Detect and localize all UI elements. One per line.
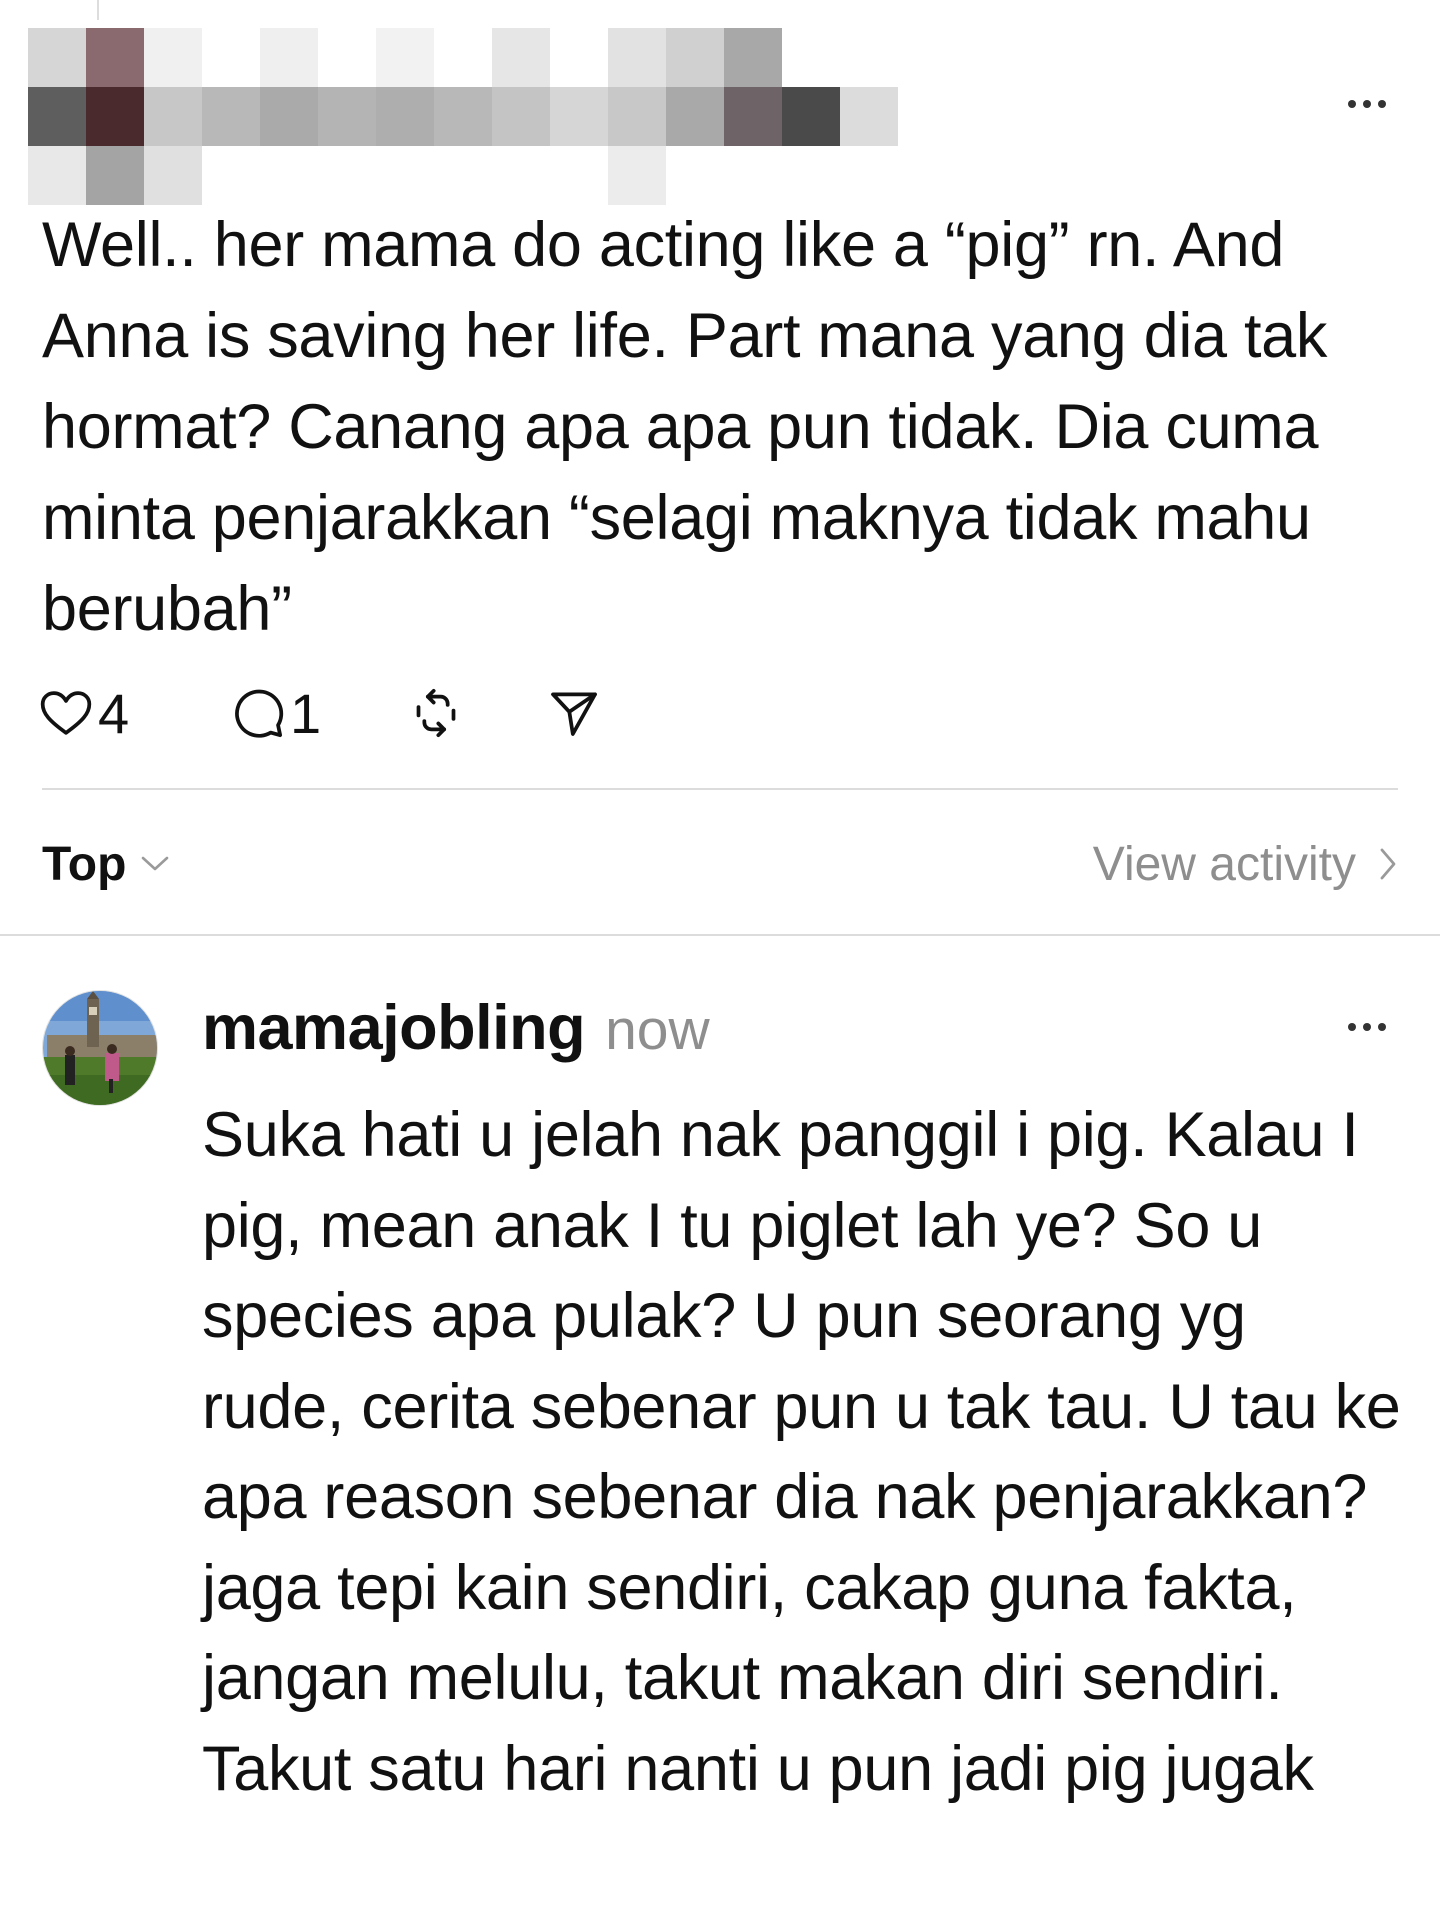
view-activity-link[interactable]: View activity bbox=[1093, 832, 1398, 896]
sort-label: Top bbox=[42, 837, 127, 891]
post-body-text: Well.. her mama do acting like a “pig” r… bbox=[42, 210, 1328, 644]
chevron-right-icon bbox=[1380, 848, 1396, 880]
repost-button[interactable] bbox=[408, 678, 546, 748]
view-activity-label: View activity bbox=[1092, 837, 1356, 891]
post-divider bbox=[42, 788, 1398, 790]
sort-dropdown[interactable]: Top bbox=[42, 832, 170, 896]
replies-sort-bar: Top View activity bbox=[42, 832, 1398, 896]
reply-timestamp: now bbox=[605, 998, 710, 1062]
reply-username[interactable]: mamajobling bbox=[202, 992, 586, 1064]
like-button[interactable]: 4 bbox=[38, 678, 230, 748]
reply-body-text: Suka hati u jelah nak panggil i pig. Kal… bbox=[202, 1100, 1401, 1804]
share-button[interactable] bbox=[546, 678, 602, 748]
chevron-down-icon bbox=[142, 856, 169, 871]
heart-icon bbox=[40, 691, 92, 735]
section-divider bbox=[0, 934, 1440, 936]
avatar[interactable] bbox=[42, 990, 158, 1106]
send-icon bbox=[551, 692, 597, 736]
post-more-options-icon[interactable] bbox=[1348, 100, 1386, 108]
redacted-author-name bbox=[28, 28, 898, 205]
reply-more-options-icon[interactable] bbox=[1348, 1023, 1386, 1031]
post-action-bar: 4 1 bbox=[38, 678, 602, 748]
like-count: 4 bbox=[98, 681, 130, 745]
comment-icon bbox=[235, 689, 284, 738]
reply-header: mamajobling now bbox=[202, 992, 710, 1072]
comment-button[interactable]: 1 bbox=[230, 678, 408, 748]
thread-connector-line bbox=[97, 0, 99, 20]
repost-icon bbox=[416, 688, 456, 738]
comment-count: 1 bbox=[290, 681, 322, 745]
thread-screen: Well.. her mama do acting like a “pig” r… bbox=[0, 0, 1440, 1920]
